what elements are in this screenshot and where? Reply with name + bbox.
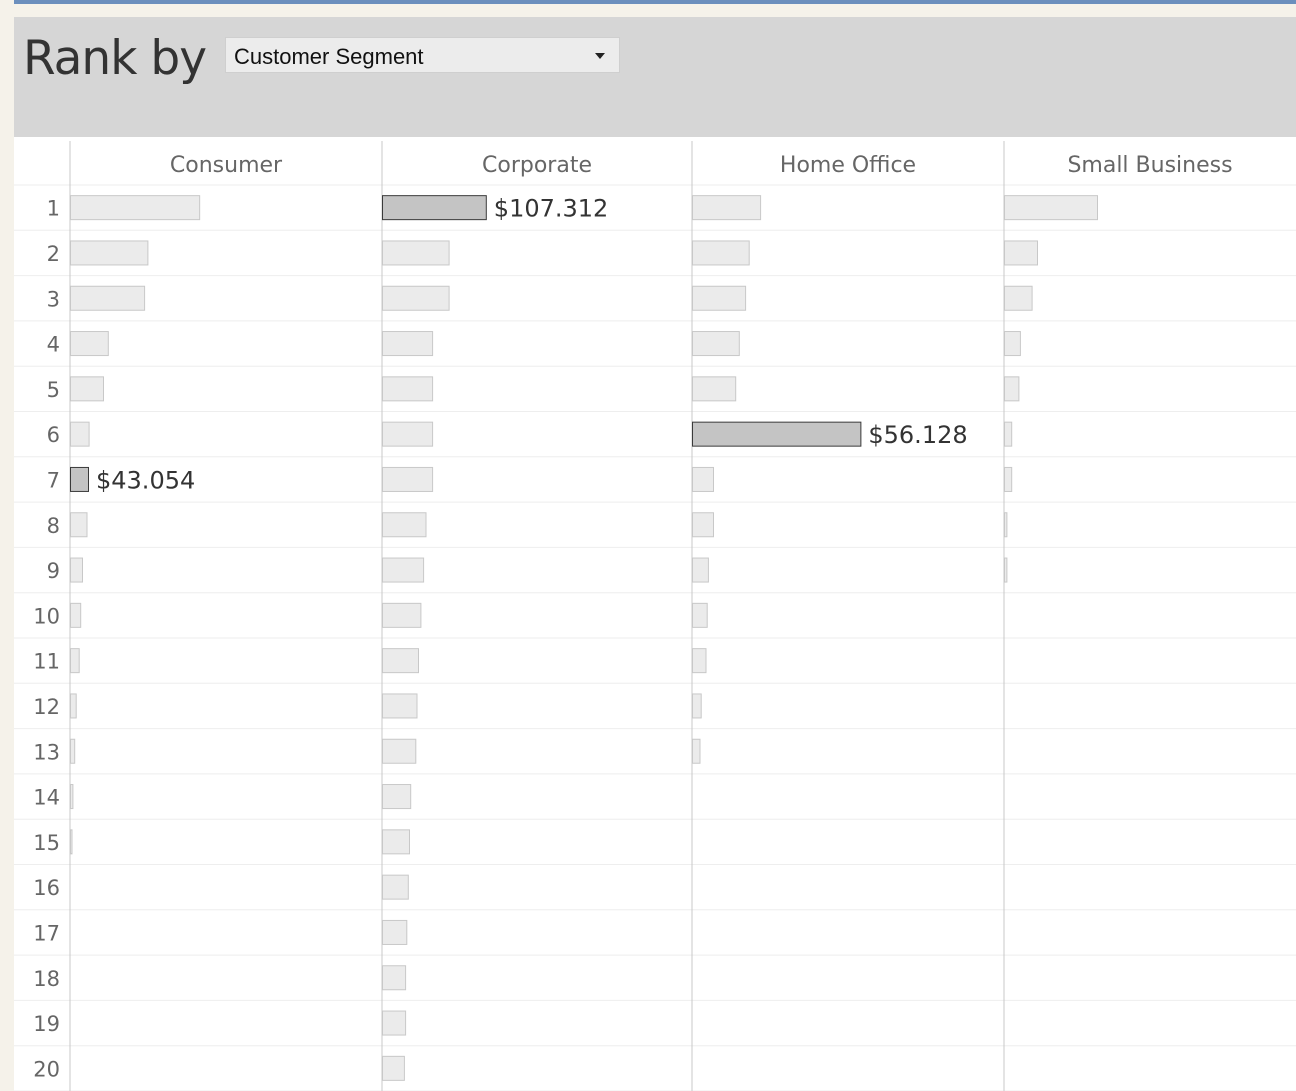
- rank-label: 1: [47, 197, 60, 221]
- bar: [382, 331, 434, 357]
- bar-value-label: $56.128: [868, 421, 967, 449]
- bar: [692, 648, 707, 674]
- bar: [692, 376, 737, 402]
- rank-bar-chart: 1234567891011121314151617181920Consumer$…: [14, 141, 1296, 1091]
- rank-label: 20: [33, 1057, 60, 1081]
- bar: [382, 1010, 407, 1036]
- bar: [692, 331, 740, 357]
- bar: [1004, 466, 1013, 492]
- rank-label: 7: [47, 468, 60, 492]
- bar: [70, 285, 146, 311]
- bar: [692, 240, 750, 266]
- rank-label: 16: [33, 876, 60, 900]
- rank-label: 14: [33, 786, 60, 810]
- bar: [70, 693, 77, 719]
- bar: [382, 693, 418, 719]
- bar: [70, 195, 201, 221]
- bar: [70, 331, 109, 357]
- rank-label: 13: [33, 740, 60, 764]
- bar: [70, 738, 76, 764]
- rank-label: 15: [33, 831, 60, 855]
- bar: [382, 421, 434, 447]
- rank-label: 10: [33, 604, 60, 628]
- bar: [692, 285, 747, 311]
- rank-label: 4: [47, 333, 60, 357]
- bar: [692, 557, 709, 583]
- bar: [70, 376, 104, 402]
- bar: [70, 784, 74, 810]
- rank-label: 19: [33, 1012, 60, 1036]
- bar: [70, 240, 149, 266]
- bar: [1004, 285, 1033, 311]
- column-header-consumer: Consumer: [170, 153, 283, 178]
- bar: [382, 874, 409, 900]
- bar: [382, 784, 412, 810]
- bar: [1004, 512, 1008, 538]
- bar: [382, 512, 427, 538]
- bar-value-label: $43.054: [96, 466, 195, 494]
- rank-label: 18: [33, 967, 60, 991]
- bar: [382, 466, 434, 492]
- bar: [692, 602, 708, 628]
- column-header-corporate: Corporate: [482, 153, 592, 178]
- bar: [692, 693, 702, 719]
- bar: [70, 512, 88, 538]
- bar: [70, 421, 90, 447]
- bar-value-label: $107.312: [494, 195, 609, 223]
- bar: [382, 240, 450, 266]
- bar: [382, 557, 425, 583]
- bar: [382, 829, 410, 855]
- bar: [382, 919, 408, 945]
- rank-label: 11: [33, 650, 60, 674]
- bar: [692, 466, 714, 492]
- bar: [692, 512, 714, 538]
- bar: [70, 557, 83, 583]
- rank-label: 3: [47, 287, 60, 311]
- bar: [692, 738, 701, 764]
- bar: [1004, 421, 1013, 447]
- bar: [1004, 240, 1038, 266]
- bar: [70, 602, 82, 628]
- bar: [70, 829, 73, 855]
- bar: [382, 285, 450, 311]
- bar: [382, 648, 419, 674]
- bar: [382, 1055, 405, 1081]
- highlight-bar: [382, 195, 487, 221]
- highlight-bar: [692, 421, 862, 447]
- bar: [1004, 376, 1020, 402]
- bar: [70, 648, 80, 674]
- rank-label: 2: [47, 242, 60, 266]
- rank-label: 6: [47, 423, 60, 447]
- rank-label: 12: [33, 695, 60, 719]
- bar: [382, 376, 434, 402]
- bar: [692, 195, 762, 221]
- rank-label: 17: [33, 921, 60, 945]
- bar: [382, 602, 422, 628]
- column-header-small-business: Small Business: [1067, 153, 1232, 178]
- bar: [382, 965, 407, 991]
- bar: [1004, 557, 1008, 583]
- column-header-home-office: Home Office: [780, 153, 916, 178]
- bar: [1004, 331, 1021, 357]
- rank-label: 8: [47, 514, 60, 538]
- rank-label: 5: [47, 378, 60, 402]
- highlight-bar: [70, 466, 89, 492]
- rank-label: 9: [47, 559, 60, 583]
- bar: [382, 738, 417, 764]
- bar: [1004, 195, 1098, 221]
